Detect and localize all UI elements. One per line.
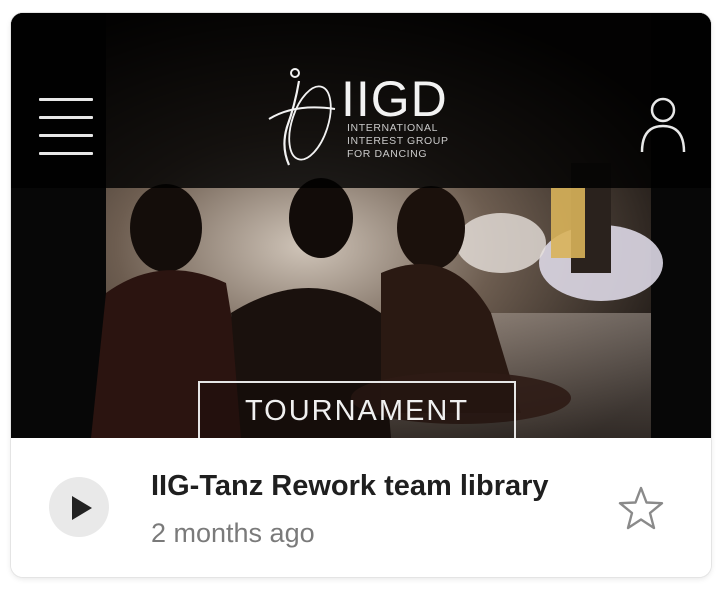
file-title[interactable]: IIG-Tanz Rework team library (151, 470, 611, 503)
star-outline-icon[interactable] (617, 485, 665, 531)
dancer-logo-mark (268, 68, 336, 166)
hamburger-menu-icon[interactable] (39, 98, 95, 155)
file-modified-time: 2 months ago (151, 518, 315, 548)
logo-subtitle-line: INTERNATIONAL (347, 122, 439, 134)
play-icon (72, 496, 92, 520)
user-profile-icon[interactable] (639, 96, 687, 154)
site-header-overlay: IIGD INTERNATIONAL INTEREST GROUP FOR DA… (11, 13, 711, 188)
file-info: IIG-Tanz Rework team library 2 months ag… (11, 438, 711, 577)
tournament-banner: TOURNAMENT (198, 381, 516, 438)
play-button[interactable] (49, 477, 109, 537)
file-card[interactable]: IIGD INTERNATIONAL INTEREST GROUP FOR DA… (11, 13, 711, 577)
file-thumbnail[interactable]: IIGD INTERNATIONAL INTEREST GROUP FOR DA… (11, 13, 711, 438)
iigd-logo: IIGD INTERNATIONAL INTEREST GROUP FOR DA… (265, 65, 465, 175)
logo-subtitle: INTERNATIONAL INTEREST GROUP FOR DANCING (347, 122, 487, 161)
logo-subtitle-line: FOR DANCING (347, 148, 428, 160)
logo-title: IIGD (341, 71, 448, 127)
logo-subtitle-line: INTEREST GROUP (347, 135, 449, 147)
